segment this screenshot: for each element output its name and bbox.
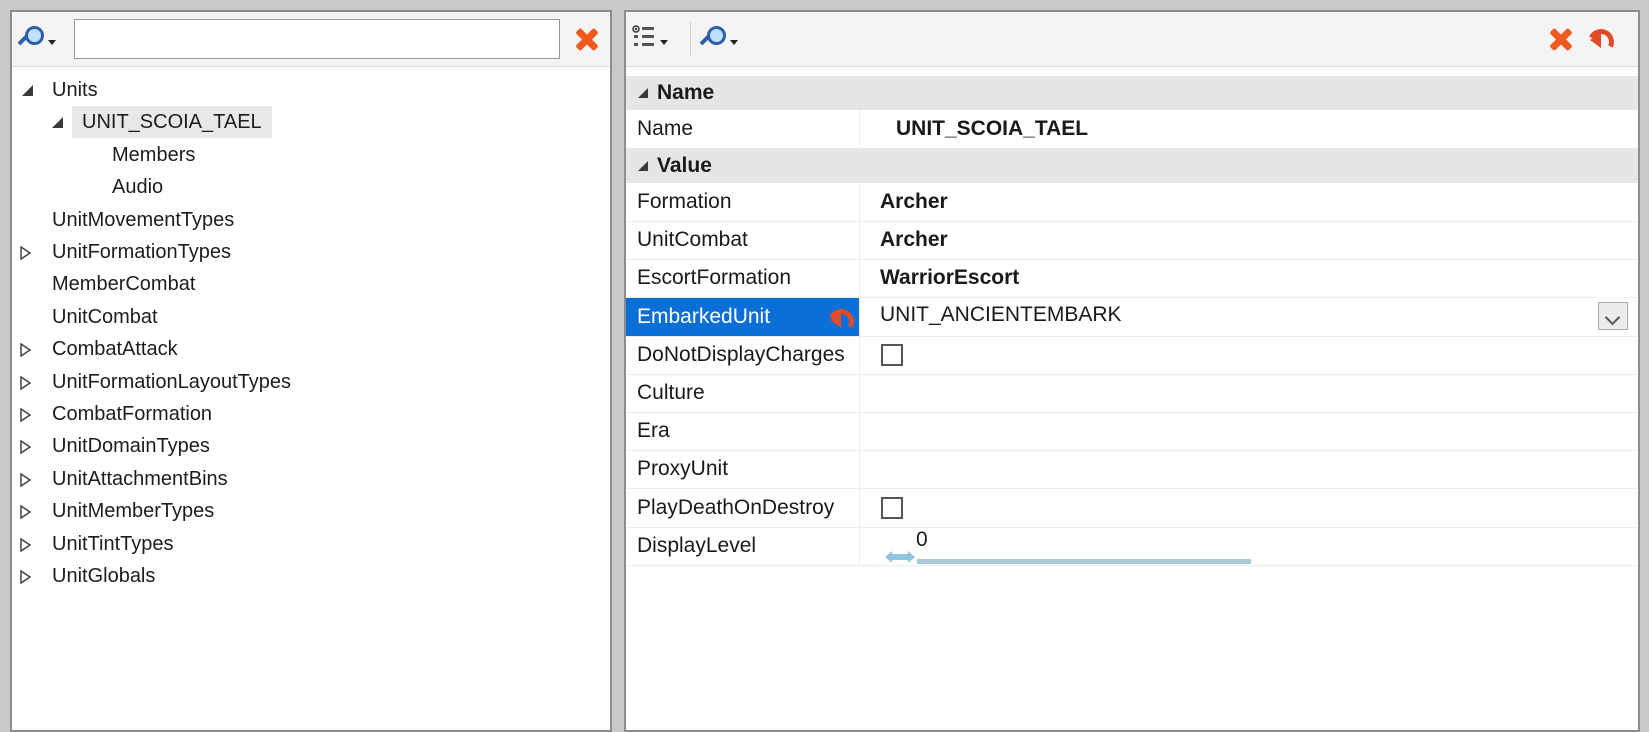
property-label: DisplayLevel (626, 526, 860, 565)
property-row-embarkedunit[interactable]: EmbarkedUnit UNIT_ANCIENTEMBARK (626, 297, 1638, 339)
property-value[interactable]: WarriorEscort (880, 259, 1638, 297)
property-label: Culture (626, 374, 860, 412)
property-label: ProxyUnit (626, 450, 860, 489)
checkbox[interactable] (881, 343, 903, 366)
spin-arrows-icon[interactable] (885, 539, 915, 563)
tree-node-label: UnitMovementTypes (52, 208, 235, 231)
tree-toolbar (12, 12, 610, 67)
tree-node-label: UnitFormationLayoutTypes (52, 370, 292, 393)
view-mode-dropdown-button[interactable] (632, 22, 672, 54)
checkbox[interactable] (881, 496, 903, 519)
magnifier-icon (17, 25, 44, 51)
collapsed-arrow-icon[interactable] (20, 343, 32, 358)
property-value[interactable] (880, 450, 1638, 488)
slider-track[interactable] (917, 558, 1251, 564)
property-value[interactable]: Archer (880, 221, 1638, 259)
property-label: Era (626, 412, 860, 451)
tree-node-label: UnitTintTypes (52, 532, 174, 555)
collapsed-arrow-icon[interactable] (20, 505, 32, 520)
category-label: Name (657, 81, 715, 104)
property-label: Name (626, 110, 860, 148)
collapsed-arrow-icon[interactable] (20, 408, 32, 422)
property-label: EmbarkedUnit (626, 297, 860, 336)
property-value[interactable]: 0 (880, 527, 1638, 565)
property-row-era[interactable]: Era (626, 412, 1638, 452)
tree-node-label: CombatAttack (52, 338, 178, 361)
tree-node-label: UnitCombat (52, 305, 158, 328)
category-name[interactable]: Name (626, 76, 1638, 110)
property-row-unitcombat[interactable]: UnitCombat Archer (626, 221, 1638, 261)
chevron-down-icon (48, 39, 56, 45)
property-row-displaylevel[interactable]: DisplayLevel 0 (626, 526, 1638, 566)
undo-arrow-icon[interactable] (824, 304, 858, 339)
property-value[interactable] (880, 374, 1638, 412)
property-label: EscortFormation (626, 259, 860, 298)
property-value[interactable]: Archer (880, 183, 1638, 221)
numeric-value[interactable]: 0 (916, 521, 928, 559)
property-row-playdeathondestroy[interactable]: PlayDeathOnDestroy (626, 488, 1638, 528)
tree-node-label: UnitMemberTypes (52, 500, 215, 523)
tree-node-label: Members (112, 143, 196, 166)
collapsed-arrow-icon[interactable] (20, 537, 32, 552)
collapsed-arrow-icon[interactable] (20, 440, 32, 455)
property-label: PlayDeathOnDestroy (626, 488, 860, 527)
property-value[interactable] (880, 412, 1638, 450)
tree-node-label: UNIT_SCOIA_TAEL (72, 106, 272, 139)
property-label: DoNotDisplayCharges (626, 335, 860, 374)
tree-node-label: CombatFormation (52, 403, 213, 425)
collapse-icon (638, 88, 648, 98)
category-label: Value (657, 154, 712, 177)
property-value[interactable] (880, 336, 1638, 374)
property-row-name[interactable]: Name UNIT_SCOIA_TAEL (626, 110, 1638, 149)
collapsed-arrow-icon[interactable] (20, 375, 32, 390)
tree-node-label: MemberCombat (52, 273, 196, 296)
property-row-donotdisplaycharges[interactable]: DoNotDisplayCharges (626, 335, 1638, 375)
property-label: Formation (626, 183, 860, 221)
property-value[interactable]: UNIT_ANCIENTEMBARK (880, 298, 1638, 336)
chevron-down-icon[interactable] (1598, 301, 1628, 330)
expanded-arrow-icon[interactable] (22, 85, 33, 96)
clear-filter-button[interactable] (572, 24, 602, 54)
property-view-icon (632, 25, 654, 46)
property-value[interactable] (880, 489, 1638, 527)
tree-node-label: UnitGlobals (52, 565, 156, 587)
tree-node-label: UnitAttachmentBins (52, 467, 228, 490)
collapsed-arrow-icon[interactable] (20, 246, 32, 260)
toolbar-separator (690, 22, 691, 56)
expanded-arrow-icon[interactable] (52, 117, 63, 129)
property-toolbar (626, 12, 1638, 67)
tree-node-label: Units (52, 79, 98, 101)
collapsed-arrow-icon[interactable] (20, 472, 32, 487)
category-value[interactable]: Value (626, 149, 1638, 183)
tree-search-dropdown-button[interactable] (17, 22, 58, 54)
property-row-formation[interactable]: Formation Archer (626, 183, 1638, 222)
magnifier-icon (699, 25, 726, 51)
property-search-dropdown-button[interactable] (699, 22, 740, 54)
dropdown-value: UNIT_ANCIENTEMBARK (880, 302, 1122, 326)
tree-node-label: UnitDomainTypes (52, 435, 210, 458)
collapse-icon (638, 161, 648, 171)
tree-node-label: UnitFormationTypes (52, 241, 231, 263)
property-label: UnitCombat (626, 221, 860, 260)
tree-node-label: Audio (112, 176, 164, 199)
property-row-culture[interactable]: Culture (626, 374, 1638, 413)
delete-button[interactable] (1546, 24, 1576, 54)
property-row-proxyunit[interactable]: ProxyUnit (626, 450, 1638, 490)
property-value[interactable]: UNIT_SCOIA_TAEL (896, 110, 1638, 148)
chevron-down-icon (660, 39, 668, 45)
property-panel: Name Name UNIT_SCOIA_TAEL Value Formatio… (624, 10, 1640, 732)
chevron-down-icon (730, 39, 738, 45)
tree-filter-input[interactable] (74, 19, 560, 59)
tree-panel: Units UNIT_SCOIA_TAEL Members Audio UnitMove… (10, 10, 612, 732)
undo-arrow-icon[interactable] (1584, 24, 1618, 59)
collapsed-arrow-icon[interactable] (20, 570, 32, 584)
property-row-escortformation[interactable]: EscortFormation WarriorEscort (626, 259, 1638, 299)
